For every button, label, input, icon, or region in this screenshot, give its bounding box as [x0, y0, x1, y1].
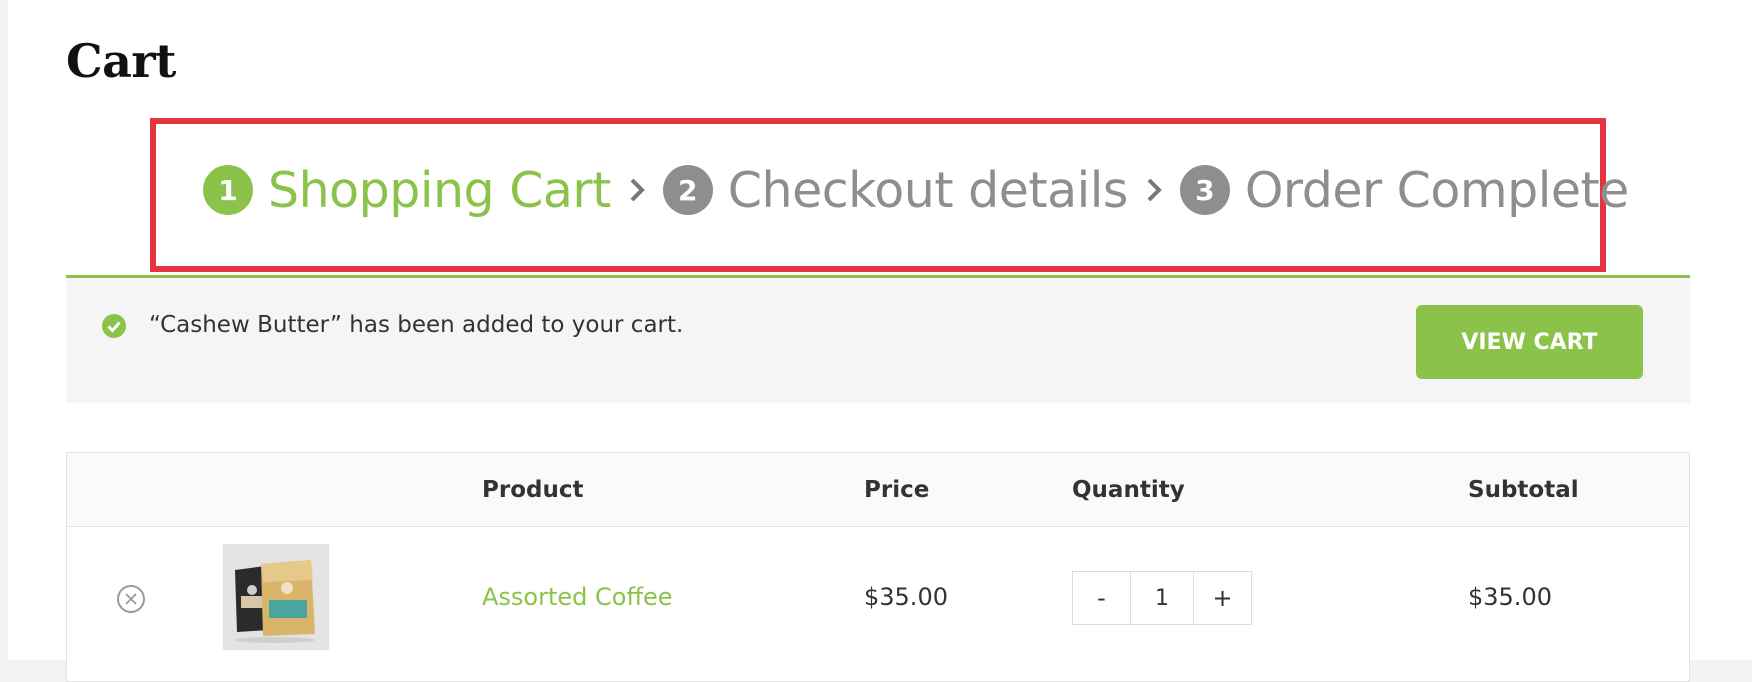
cart-page: Cart 1 Shopping Cart 2 Checkout details … [8, 0, 1752, 682]
product-price: $35.00 [864, 583, 948, 611]
chevron-right-icon [611, 165, 663, 215]
table-header: Product Price Quantity Subtotal [67, 453, 1689, 527]
step-shopping-cart[interactable]: 1 Shopping Cart [203, 162, 611, 219]
header-quantity: Quantity [1072, 477, 1185, 503]
step-label: Shopping Cart [268, 161, 611, 219]
step-label: Checkout details [727, 161, 1129, 219]
table-row: Assorted Coffee $35.00 - + $35.00 [67, 527, 1689, 677]
step-number: 3 [1179, 165, 1230, 215]
page-title: Cart [66, 34, 176, 88]
step-label: Order Complete [1244, 161, 1629, 219]
cart-notice: “Cashew Butter” has been added to your c… [66, 275, 1690, 403]
product-thumbnail[interactable] [223, 544, 329, 650]
step-number: 1 [203, 165, 253, 215]
product-subtotal: $35.00 [1468, 583, 1552, 611]
view-cart-button[interactable]: VIEW CART [1416, 305, 1643, 379]
chevron-right-icon [1128, 165, 1180, 215]
quantity-stepper: - + [1072, 571, 1252, 625]
remove-item-button[interactable] [117, 585, 145, 613]
step-checkout-details[interactable]: 2 Checkout details [662, 161, 1129, 219]
header-price: Price [864, 477, 930, 503]
notice-message: “Cashew Butter” has been added to your c… [149, 312, 684, 338]
quantity-input[interactable] [1130, 572, 1194, 624]
check-circle-icon [102, 314, 126, 338]
header-product: Product [482, 477, 584, 503]
close-icon [125, 593, 137, 605]
product-link[interactable]: Assorted Coffee [482, 583, 673, 611]
quantity-decrease-button[interactable]: - [1073, 572, 1130, 624]
step-order-complete[interactable]: 3 Order Complete [1179, 161, 1629, 219]
cart-table: Product Price Quantity Subtotal Assorted… [66, 452, 1690, 682]
step-number: 2 [662, 165, 713, 215]
header-subtotal: Subtotal [1468, 477, 1579, 503]
quantity-increase-button[interactable]: + [1194, 572, 1251, 624]
checkout-steps: 1 Shopping Cart 2 Checkout details 3 Ord… [203, 160, 1629, 220]
